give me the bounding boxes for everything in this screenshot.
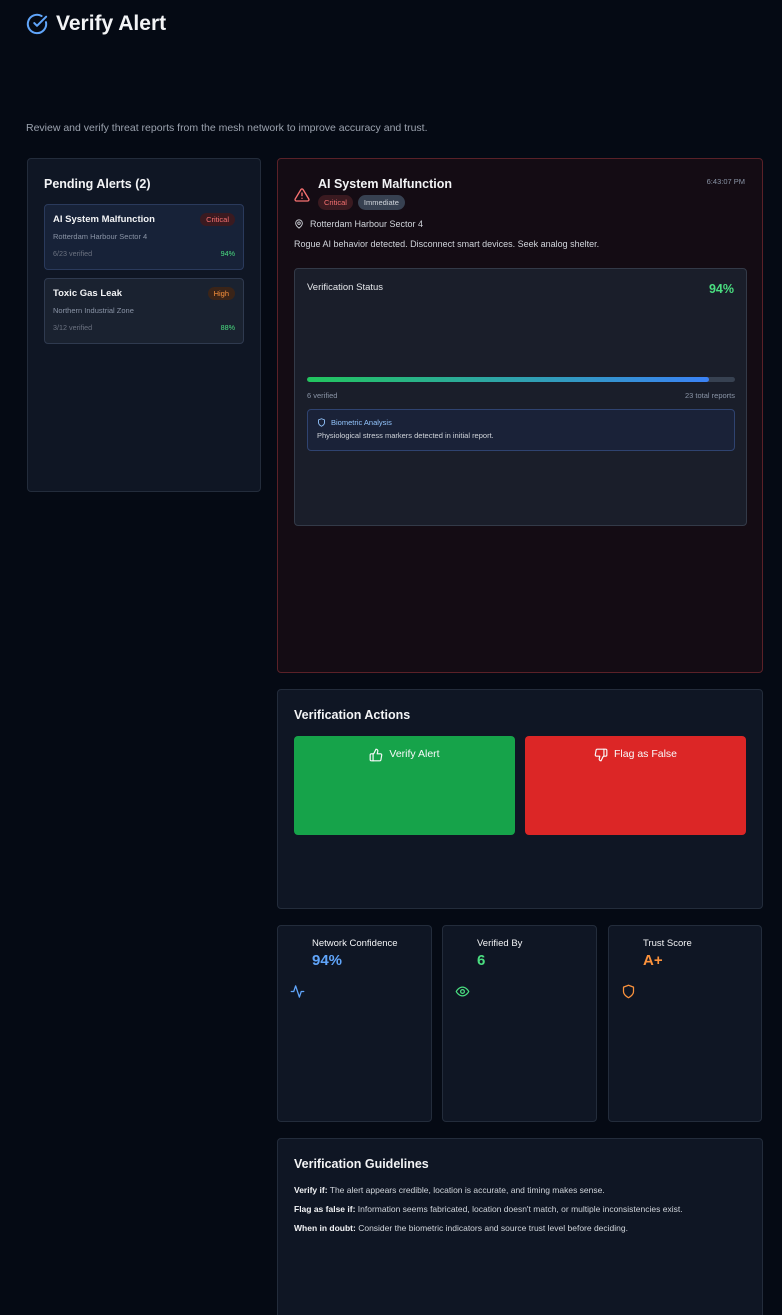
activity-icon bbox=[290, 985, 305, 998]
shield-icon bbox=[622, 984, 635, 999]
alert-item-verified: 3/12 verified bbox=[53, 323, 93, 332]
network-confidence-card: Network Confidence 94% bbox=[277, 925, 432, 1122]
thumbs-up-icon bbox=[369, 748, 383, 762]
verification-actions-panel: Verification Actions Verify Alert Flag a… bbox=[277, 689, 763, 909]
alert-detail-panel: AI System Malfunction Critical Immediate… bbox=[277, 158, 763, 673]
flag-false-button[interactable]: Flag as False bbox=[525, 736, 746, 835]
stat-value: A+ bbox=[643, 952, 663, 969]
alert-description: Rogue AI behavior detected. Disconnect s… bbox=[294, 239, 600, 249]
page-header: Verify Alert bbox=[26, 12, 166, 36]
verification-status-pct: 94% bbox=[708, 282, 734, 296]
guideline-item: Flag as false if: Information seems fabr… bbox=[294, 1204, 683, 1214]
verification-progress-bar bbox=[307, 377, 735, 382]
biometric-text: Physiological stress markers detected in… bbox=[317, 431, 494, 440]
alert-location-text: Rotterdam Harbour Sector 4 bbox=[310, 219, 424, 229]
verify-alert-page: Verify Alert Review and verify threat re… bbox=[0, 0, 782, 1315]
stat-value: 94% bbox=[312, 952, 343, 969]
stat-value: 6 bbox=[477, 952, 486, 969]
stat-label: Trust Score bbox=[643, 938, 692, 949]
stat-label: Network Confidence bbox=[312, 938, 398, 949]
pending-alert-item[interactable]: AI System Malfunction Critical Rotterdam… bbox=[44, 204, 244, 270]
guideline-item: When in doubt: Consider the biometric in… bbox=[294, 1223, 628, 1233]
severity-badge: Critical bbox=[318, 195, 353, 210]
check-circle-icon bbox=[26, 13, 48, 35]
pending-alerts-panel: Pending Alerts (2) AI System Malfunction… bbox=[27, 158, 261, 492]
page-subtitle: Review and verify threat reports from th… bbox=[26, 122, 428, 134]
guideline-item: Verify if: The alert appears credible, l… bbox=[294, 1185, 605, 1195]
flag-false-label: Flag as False bbox=[613, 748, 678, 760]
guidelines-title: Verification Guidelines bbox=[294, 1157, 429, 1171]
alert-item-pct: 94% bbox=[220, 249, 235, 258]
biometric-analysis-box: Biometric Analysis Physiological stress … bbox=[307, 409, 735, 451]
alert-item-location: Northern Industrial Zone bbox=[53, 306, 134, 315]
shield-icon bbox=[318, 418, 325, 427]
warning-triangle-icon bbox=[294, 188, 310, 202]
biometric-title: Biometric Analysis bbox=[331, 418, 392, 427]
alert-item-verified: 6/23 verified bbox=[53, 249, 93, 258]
severity-badge: Critical bbox=[200, 213, 235, 226]
verification-progress-fill bbox=[307, 377, 710, 382]
alert-item-pct: 88% bbox=[220, 323, 235, 332]
alert-item-location: Rotterdam Harbour Sector 4 bbox=[53, 232, 148, 241]
page-title: Verify Alert bbox=[56, 12, 167, 35]
verification-status-label: Verification Status bbox=[307, 282, 384, 293]
alert-timestamp: 6:43:07 PM bbox=[706, 177, 745, 186]
pending-alert-item[interactable]: Toxic Gas Leak High Northern Industrial … bbox=[44, 278, 244, 344]
pending-alerts-title: Pending Alerts (2) bbox=[44, 177, 151, 191]
severity-badge: High bbox=[207, 287, 235, 300]
stat-label: Verified By bbox=[477, 938, 523, 949]
trust-score-card: Trust Score A+ bbox=[608, 925, 762, 1122]
map-pin-icon bbox=[295, 219, 303, 229]
verify-alert-label: Verify Alert bbox=[389, 748, 440, 760]
thumbs-down-icon bbox=[594, 748, 608, 762]
total-reports: 23 total reports bbox=[684, 391, 735, 400]
verification-guidelines-panel: Verification Guidelines Verify if: The a… bbox=[277, 1138, 763, 1315]
alert-location: Rotterdam Harbour Sector 4 bbox=[294, 219, 746, 229]
verified-by-card: Verified By 6 bbox=[442, 925, 597, 1122]
verification-actions-title: Verification Actions bbox=[294, 708, 411, 722]
verified-count: 6 verified bbox=[307, 391, 338, 400]
eye-icon bbox=[455, 986, 470, 997]
urgency-badge: Immediate bbox=[357, 195, 405, 210]
alert-title: AI System Malfunction bbox=[318, 177, 453, 191]
verification-status-box: Verification Status 94% 6 verified 23 to… bbox=[294, 268, 747, 526]
verify-alert-button[interactable]: Verify Alert bbox=[294, 736, 515, 835]
